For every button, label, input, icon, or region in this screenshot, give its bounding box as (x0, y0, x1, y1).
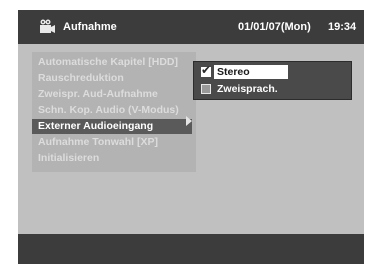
time-display: 19:34 (328, 21, 357, 33)
option-zweisprach[interactable]: Zweisprach. (194, 81, 351, 97)
date-display: 01/01/07(Mon) (238, 21, 311, 33)
option-label-zweisprach: Zweisprach. (217, 83, 278, 95)
option-stereo[interactable]: ✔ Stereo (194, 64, 351, 80)
menu-item-zweispr-aud-aufnahme[interactable]: Zweispr. Aud-Aufnahme (38, 87, 158, 102)
menu-item-initialisieren[interactable]: Initialisieren (38, 151, 99, 166)
footer-bar (18, 234, 364, 264)
audio-input-submenu: ✔ Stereo Zweisprach. (193, 61, 352, 100)
menu-item-rauschreduktion[interactable]: Rauschreduktion (38, 71, 124, 86)
zweisprach-checkbox[interactable] (201, 84, 211, 94)
osd-screen: Aufnahme 01/01/07(Mon) 19:34 Automatisch… (18, 10, 364, 264)
settings-menu: Automatische Kapitel [HDD] Rauschredukti… (32, 52, 196, 172)
checkmark-icon: ✔ (201, 63, 212, 77)
menu-item-automatische-kapitel[interactable]: Automatische Kapitel [HDD] (38, 55, 178, 70)
menu-item-schn-kop-audio[interactable]: Schn. Kop. Audio (V-Modus) (38, 103, 179, 118)
stereo-checkbox[interactable]: ✔ (201, 63, 212, 77)
header-bar: Aufnahme 01/01/07(Mon) 19:34 (18, 10, 364, 44)
option-label-stereo: Stereo (214, 65, 288, 79)
menu-item-aufnahme-tonwahl[interactable]: Aufnahme Tonwahl [XP] (38, 135, 158, 150)
page-title: Aufnahme (63, 21, 117, 33)
camcorder-recording-icon (40, 19, 55, 33)
menu-item-externer-audioeingang[interactable]: Externer Audioeingang (32, 119, 192, 134)
submenu-arrow-icon (186, 116, 192, 126)
